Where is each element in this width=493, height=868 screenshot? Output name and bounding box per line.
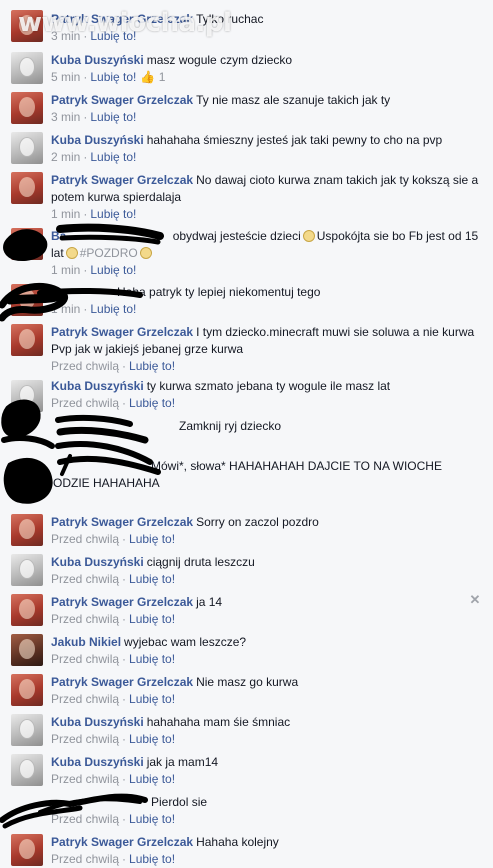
comment-author[interactable]: Kuba Duszyński — [51, 555, 144, 569]
avatar[interactable] — [11, 324, 43, 356]
comment-time[interactable]: 3 min — [51, 110, 80, 124]
like-link[interactable]: Lubię to! — [90, 150, 136, 164]
avatar[interactable] — [11, 132, 43, 164]
comment-time[interactable]: 2 min — [51, 150, 80, 164]
like-link[interactable]: Lubię to! — [129, 732, 175, 746]
like-link[interactable]: Lubię to! — [129, 652, 175, 666]
comment-time[interactable]: Przed chwilą — [51, 532, 119, 546]
comment-author[interactable]: Patryk Swager Grzelczak — [51, 835, 193, 849]
like-count[interactable]: 1 — [159, 70, 166, 84]
comment-text: ja 14 — [196, 595, 223, 609]
comment-author[interactable]: Patryk Swager Grzelczak — [51, 595, 193, 609]
avatar[interactable] — [11, 52, 43, 84]
comment-time[interactable]: Przed chwilą — [51, 772, 119, 786]
avatar[interactable] — [11, 634, 43, 666]
avatar[interactable] — [11, 284, 43, 316]
comment-time[interactable]: 1 min — [51, 207, 80, 221]
like-link[interactable]: Lubię to! — [129, 532, 175, 546]
hashtag[interactable]: #POZDRO — [80, 246, 138, 260]
avatar[interactable] — [11, 674, 43, 706]
like-link[interactable]: Lubię to! — [129, 572, 175, 586]
comment-time[interactable]: Przed chwilą — [51, 732, 119, 746]
comment-time[interactable]: 5 min — [51, 70, 80, 84]
comment-text: Sorry on zaczol pozdro — [196, 515, 319, 529]
comment-text: Mówi*, słowa* HAHAHAHAH DAJCIE TO NA WIO… — [151, 459, 442, 473]
comment-text-continued: ODZIE HAHAHAHA — [53, 476, 160, 490]
comment-time[interactable]: Przed chwilą — [51, 612, 119, 626]
comment-author[interactable]: Patryk Swager Grzelczak — [51, 675, 193, 689]
comment-text: wyjebac wam leszcze? — [124, 635, 247, 649]
like-link[interactable]: Lubię to! — [90, 302, 136, 316]
like-link[interactable]: Lubię to! — [129, 396, 175, 410]
like-link[interactable]: Lubię to! — [90, 207, 136, 221]
comment-text: hahahaha mam śie śmniac — [146, 715, 291, 729]
comment-text: Hahaha kolejny — [196, 835, 279, 849]
avatar[interactable] — [11, 380, 43, 412]
like-link[interactable]: Lubię to! — [129, 359, 175, 373]
comment-time[interactable]: 1 min — [51, 302, 80, 316]
avatar[interactable] — [11, 554, 43, 586]
comment-time[interactable]: Przed chwilą — [51, 359, 119, 373]
like-link[interactable]: Lubię to! — [129, 612, 175, 626]
comment-time[interactable]: Przed chwilą — [51, 692, 119, 706]
like-link[interactable]: Lubię to! — [90, 70, 136, 84]
comment-time[interactable]: Przed chwilą — [51, 396, 119, 410]
comment-time[interactable]: Przed chwilą — [51, 572, 119, 586]
smiley-icon — [302, 230, 315, 242]
avatar[interactable] — [11, 92, 43, 124]
avatar[interactable] — [11, 754, 43, 786]
comment-time[interactable]: 1 min — [51, 263, 80, 277]
comment-text: Pierdol sie — [151, 795, 208, 809]
watermark: www.wiocha.pl — [18, 8, 232, 38]
like-link[interactable]: Lubię to! — [129, 692, 175, 706]
like-link[interactable]: Lubię to! — [129, 772, 175, 786]
thumbs-up-icon[interactable]: 👍 — [140, 70, 155, 84]
comment-text: hahahaha śmieszny jesteś jak taki pewny … — [146, 133, 443, 147]
avatar[interactable] — [11, 834, 43, 866]
like-link[interactable]: Lubię to! — [90, 110, 136, 124]
comment-author[interactable]: Kuba Duszyński — [51, 715, 144, 729]
comment-text: jak ja mam14 — [146, 755, 219, 769]
avatar[interactable] — [11, 594, 43, 626]
comment-author[interactable]: Kuba Duszyński — [51, 755, 144, 769]
smiley-icon — [139, 247, 152, 259]
comment-text: ty kurwa szmato jebana ty wogule ile mas… — [146, 379, 391, 393]
comment-text: obydwaj jesteście dzieci — [172, 229, 301, 243]
comment-text: Haha patryk ty lepiej niekomentuj tego — [117, 285, 321, 299]
avatar[interactable] — [11, 172, 43, 204]
comment-text: masz wogule czym dziecko — [146, 53, 293, 67]
comment-author[interactable]: Jakub Nikiel — [51, 635, 121, 649]
comment-author[interactable]: Ba — [51, 229, 66, 243]
avatar[interactable] — [11, 514, 43, 546]
comment-time[interactable]: Przed chwilą — [51, 652, 119, 666]
avatar[interactable] — [11, 228, 43, 260]
comment-author[interactable]: Patryk Swager Grzelczak — [51, 93, 193, 107]
comment-author[interactable]: Kuba Duszyński — [51, 379, 144, 393]
smiley-icon — [65, 247, 78, 259]
comment-time[interactable]: Przed chwilą — [51, 812, 119, 826]
comment-text: ciągnij druta leszczu — [146, 555, 255, 569]
avatar[interactable] — [11, 714, 43, 746]
comment-text: Zamknij ryj dziecko — [179, 419, 282, 433]
comment-text: Nie masz go kurwa — [196, 675, 299, 689]
comment-author[interactable]: Patryk Swager Grzelczak — [51, 325, 193, 339]
close-icon[interactable]: ✕ — [469, 593, 481, 606]
like-link[interactable]: Lubię to! — [90, 263, 136, 277]
comment-author[interactable]: Kuba Duszyński — [51, 53, 144, 67]
comment-author[interactable]: Kuba Duszyński — [51, 133, 144, 147]
comment-author[interactable]: Patryk Swager Grzelczak — [51, 173, 193, 187]
comment-author[interactable]: Patryk Swager Grzelczak — [51, 515, 193, 529]
like-link[interactable]: Lubię to! — [129, 812, 175, 826]
comment-text: Ty nie masz ale szanuje takich jak ty — [196, 93, 391, 107]
